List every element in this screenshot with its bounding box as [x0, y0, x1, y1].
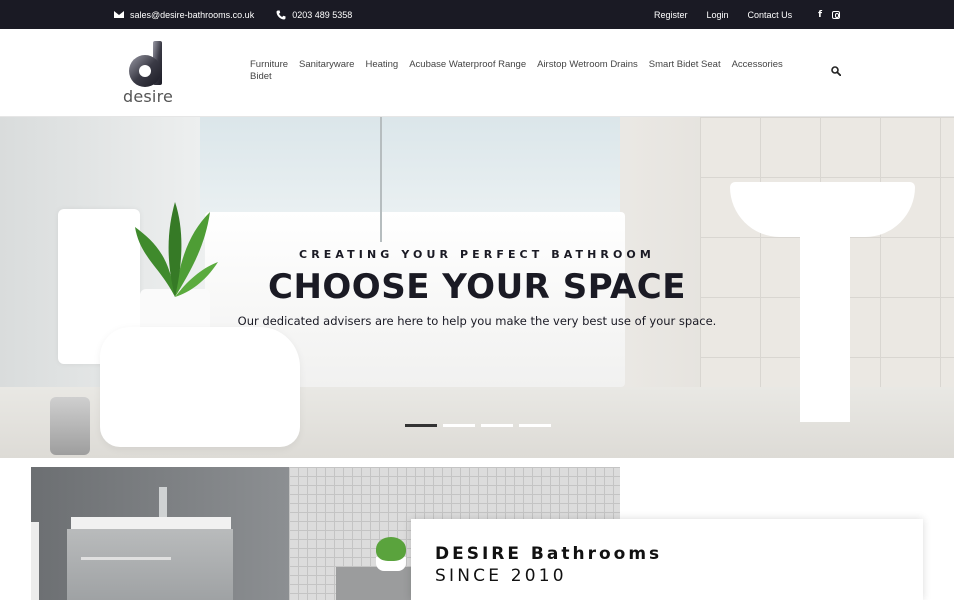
site-header: desire Furniture Sanitaryware Heating Acuba… — [0, 29, 954, 117]
hero-toilet-image — [100, 327, 300, 447]
search-icon[interactable] — [831, 66, 841, 76]
slider-dot-4[interactable] — [519, 424, 551, 427]
login-link[interactable]: Login — [707, 10, 729, 20]
hero-title: CHOOSE YOUR SPACE — [268, 267, 686, 307]
about-image-tap — [159, 487, 167, 519]
nav-item-airstop[interactable]: Airstop Wetroom Drains — [537, 59, 638, 71]
social-links: f — [818, 10, 840, 20]
phone-link[interactable]: 0203 489 5358 — [276, 10, 352, 20]
email-link[interactable]: sales@desire-bathrooms.co.uk — [114, 10, 254, 20]
facebook-icon[interactable]: f — [818, 10, 822, 20]
account-links: Register Login Contact Us f — [635, 0, 840, 29]
envelope-icon — [114, 11, 124, 18]
nav-item-furniture[interactable]: Furniture — [250, 59, 288, 71]
nav-item-acubase[interactable]: Acubase Waterproof Range — [409, 59, 526, 71]
nav-item-bidet[interactable]: Bidet — [250, 71, 272, 83]
about-image-handle — [81, 557, 171, 560]
nav-item-smart-bidet-seat[interactable]: Smart Bidet Seat — [649, 59, 721, 71]
contact-info: sales@desire-bathrooms.co.uk 0203 489 53… — [114, 0, 352, 29]
logo-text[interactable]: desire — [123, 87, 173, 106]
main-nav: Furniture Sanitaryware Heating Acubase Wate… — [250, 59, 810, 83]
hero-shower-screen — [380, 117, 382, 242]
hero-kicker: CREATING YOUR PERFECT BATHROOM — [299, 248, 655, 261]
slider-dot-2[interactable] — [443, 424, 475, 427]
nav-item-heating[interactable]: Heating — [365, 59, 398, 71]
hero-basin-image — [730, 182, 915, 237]
about-image-plant — [376, 537, 406, 561]
phone-icon — [276, 10, 286, 19]
slider-dots — [405, 424, 551, 427]
slider-dot-1[interactable] — [405, 424, 437, 427]
about-image-cabinet — [67, 529, 233, 600]
top-bar: sales@desire-bathrooms.co.uk 0203 489 53… — [0, 0, 954, 29]
about-image-unit — [336, 567, 411, 600]
hero-toilet-brush — [50, 397, 90, 455]
register-link[interactable]: Register — [654, 10, 688, 20]
about-subtitle: SINCE 2010 — [435, 566, 567, 586]
nav-item-accessories[interactable]: Accessories — [732, 59, 783, 71]
about-card: DESIRE Bathrooms SINCE 2010 — [411, 519, 923, 600]
about-image-towel — [31, 522, 39, 600]
hero-subtitle: Our dedicated advisers are here to help … — [237, 314, 717, 328]
contact-us-link[interactable]: Contact Us — [748, 10, 793, 20]
about-title: DESIRE Bathrooms — [435, 544, 663, 564]
instagram-icon[interactable] — [832, 10, 840, 19]
nav-item-sanitaryware[interactable]: Sanitaryware — [299, 59, 354, 71]
phone-text: 0203 489 5358 — [292, 9, 353, 20]
slider-dot-3[interactable] — [481, 424, 513, 427]
hero-banner: CREATING YOUR PERFECT BATHROOM CHOOSE YO… — [0, 117, 954, 458]
email-text: sales@desire-bathrooms.co.uk — [130, 9, 255, 20]
